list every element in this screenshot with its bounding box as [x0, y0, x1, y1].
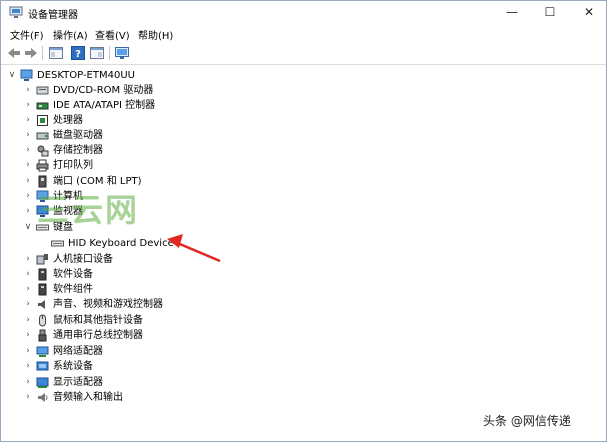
annotation-arrow-shaft — [174, 240, 221, 263]
attribution-text: 头条 @网信传递 — [483, 414, 571, 428]
annotation-arrow-head — [167, 234, 183, 248]
watermark: 三云网 — [37, 191, 140, 229]
device-manager-window: 设备管理器 — ☐ ✕ 文件(F) 操作(A) 查看(V) 帮助(H) ? ∨ … — [0, 0, 607, 442]
